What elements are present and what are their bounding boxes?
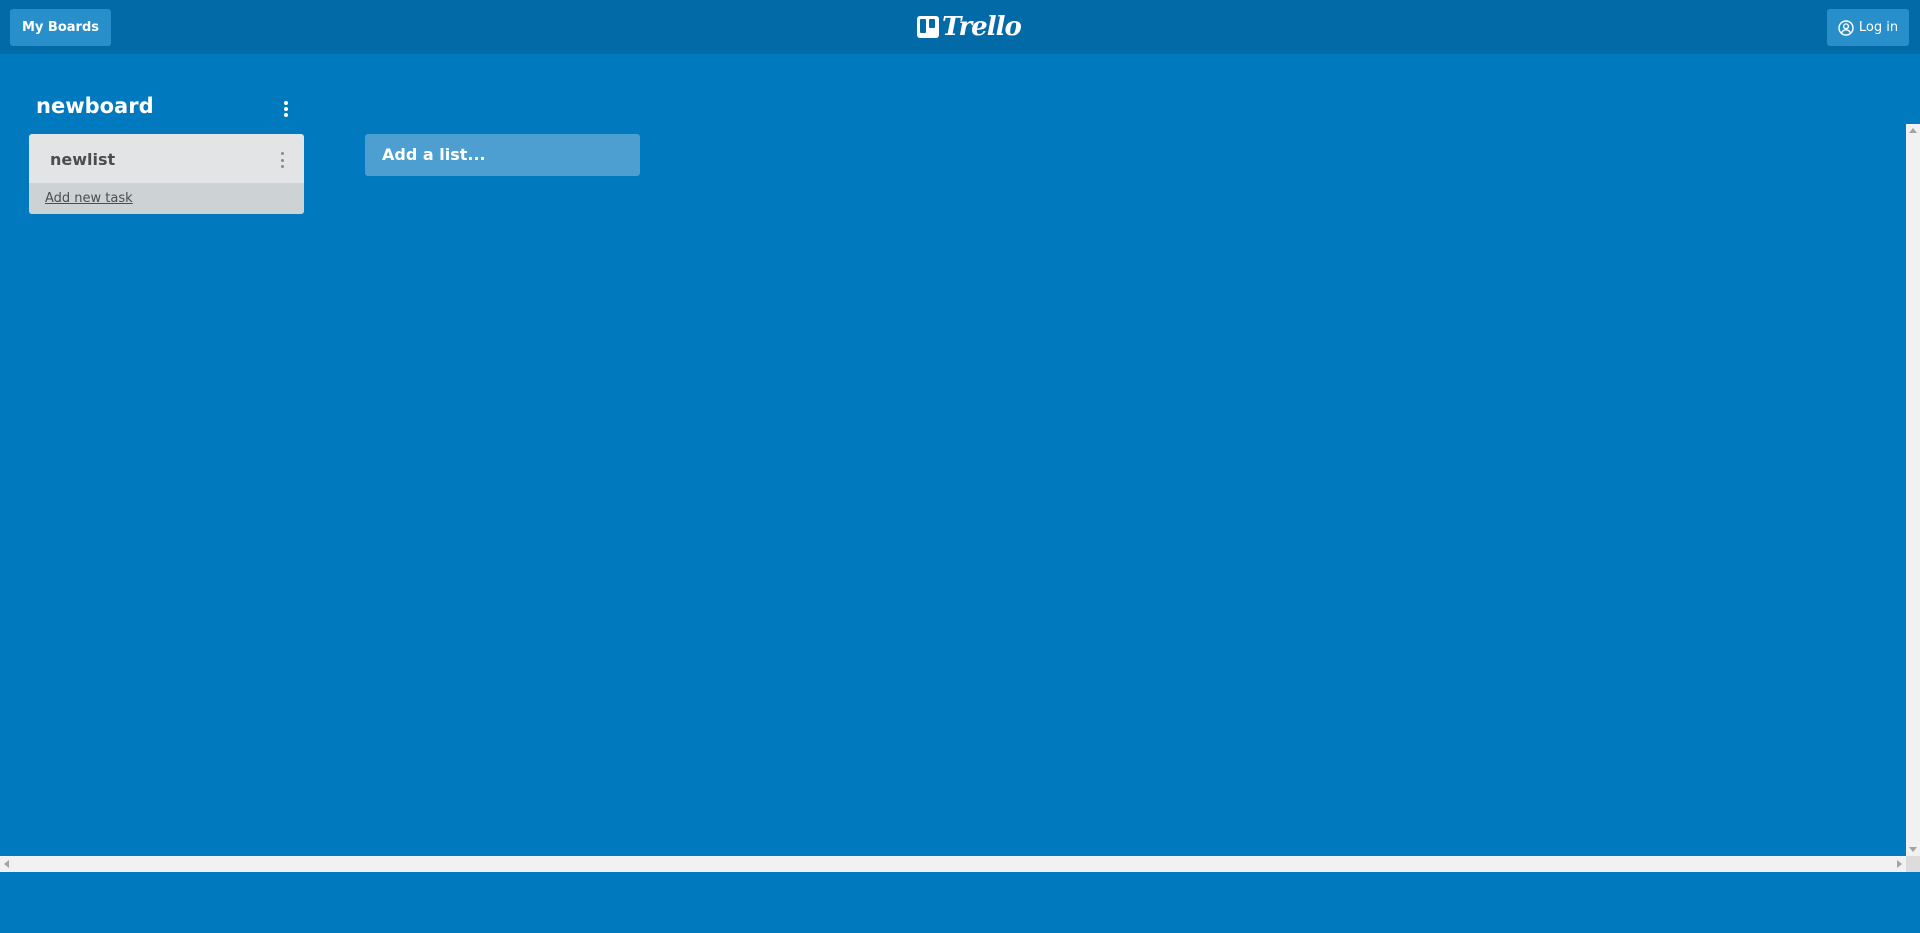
vertical-scrollbar[interactable]	[1906, 124, 1920, 856]
scroll-left-icon[interactable]	[4, 860, 9, 868]
login-label: Log in	[1858, 20, 1899, 35]
list-footer: Add new task	[29, 183, 304, 214]
login-button[interactable]: Log in	[1827, 9, 1909, 46]
scrollbar-corner	[1906, 856, 1920, 872]
top-header: My Boards Trello Log in	[0, 0, 1920, 54]
user-circle-icon	[1838, 19, 1854, 36]
horizontal-scrollbar[interactable]	[0, 856, 1906, 872]
list-menu-icon[interactable]	[275, 150, 289, 170]
list-title[interactable]: newlist	[50, 150, 115, 169]
add-list-input[interactable]: Add a list...	[365, 134, 640, 176]
scroll-up-icon[interactable]	[1909, 128, 1917, 133]
my-boards-button[interactable]: My Boards	[10, 9, 112, 46]
list-newlist: newlist Add new task	[29, 134, 304, 214]
board-title[interactable]: newboard	[36, 94, 154, 118]
scroll-right-icon[interactable]	[1897, 860, 1902, 868]
trello-logo[interactable]: Trello	[917, 12, 1022, 42]
trello-board-icon	[917, 16, 939, 38]
logo-text: Trello	[942, 12, 1022, 42]
scroll-down-icon[interactable]	[1909, 847, 1917, 852]
add-new-task-link[interactable]: Add new task	[45, 191, 133, 206]
board-menu-icon[interactable]	[276, 98, 296, 120]
